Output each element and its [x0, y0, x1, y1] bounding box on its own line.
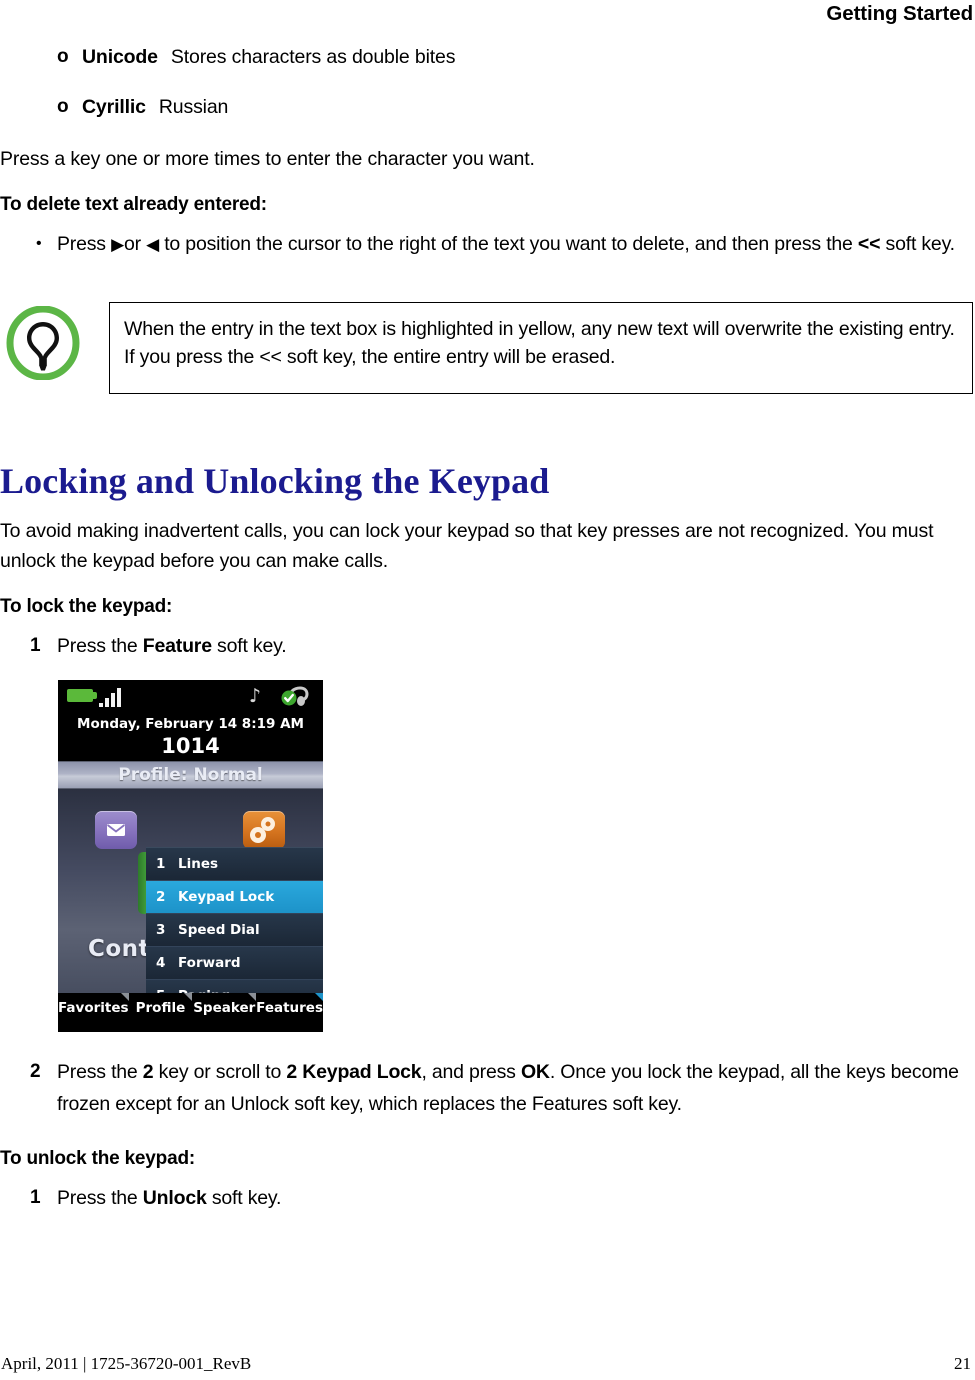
phone-extension: 1014: [161, 734, 220, 758]
lightbulb-icon: [6, 306, 80, 380]
step-text-after: soft key.: [206, 1187, 282, 1209]
list-item: 1 Press the Feature soft key.: [0, 630, 975, 662]
tip-callout: When the entry in the text box is highli…: [0, 302, 975, 398]
phone-screen-figure: ♪ Monday, February 14 8:19 AM 1014 Profi…: [58, 680, 323, 1032]
messages-app-icon[interactable]: [95, 811, 137, 849]
list-item: 1 Press the Unlock soft key.: [0, 1182, 975, 1214]
signal-bars-icon: [99, 685, 129, 707]
footer-document-id: April, 2011 | 1725-36720-001_RevB: [1, 1354, 252, 1373]
lock-keypad-lead: To lock the keypad:: [0, 596, 173, 617]
phone-home-body: Contac 1 Lines 2 Keypad Lock 3 Speed Dia…: [58, 789, 323, 1024]
sub-bullet-term: Cyrillic: [82, 96, 146, 118]
step-text-after: soft key.: [211, 635, 287, 657]
menu-item-keypad-lock[interactable]: 2 Keypad Lock: [146, 881, 323, 914]
step-number: 1: [30, 635, 41, 656]
circle-bullet-marker: o: [57, 96, 69, 117]
page-content: o Unicode Stores characters as double bit…: [0, 44, 975, 1214]
menu-item-label: Forward: [178, 955, 241, 971]
menu-item-key: 3: [156, 922, 166, 938]
running-header: Getting Started: [826, 2, 973, 25]
headset-icon: [279, 685, 309, 707]
phone-soft-key-bar: Favorites Profile Speaker Features: [58, 993, 323, 1024]
sub-bullet-unicode: o Unicode Stores characters as double bit…: [0, 44, 975, 70]
sub-bullet-definition: Stores characters as double bites: [170, 46, 456, 68]
unlock-keypad-lead: To unlock the keypad:: [0, 1148, 195, 1169]
menu-item-key: 2: [156, 889, 166, 905]
sub-bullet-cyrillic: o Cyrillic Russian: [0, 94, 975, 120]
menu-item-label: Lines: [178, 856, 219, 872]
menu-item-key: 4: [156, 955, 166, 971]
soft-key-favorites[interactable]: Favorites: [58, 993, 129, 1024]
tip-text: When the entry in the text box is highli…: [124, 318, 955, 368]
arrow-right-icon: ▶: [111, 235, 124, 254]
step-text-before: Press the: [57, 635, 143, 657]
menu-item-lines[interactable]: 1 Lines: [146, 848, 323, 881]
bullet-text-end: soft key.: [880, 233, 956, 255]
step-text-p2: key or scroll to: [153, 1061, 287, 1083]
sub-bullet-term: Unicode: [82, 46, 158, 68]
list-item: 2 Press the 2 key or scroll to 2 Keypad L…: [0, 1056, 975, 1120]
softkey-name-feature: Feature: [142, 635, 212, 657]
footer-page-number: 21: [954, 1354, 971, 1373]
section-heading: Locking and Unlocking the Keypad: [0, 461, 550, 501]
lock-keypad-steps: 1 Press the Feature soft key.: [0, 630, 975, 662]
intro-paragraph: Press a key one or more times to enter t…: [0, 148, 535, 170]
step-text-p1: Press the: [57, 1061, 143, 1083]
step-number: 1: [30, 1187, 41, 1208]
battery-icon: [67, 689, 97, 702]
tip-text-box: When the entry in the text box is highli…: [109, 302, 973, 394]
menu-name-keypad-lock: 2 Keypad Lock: [286, 1061, 422, 1083]
phone-status-bar: ♪: [58, 680, 323, 713]
menu-item-speed-dial[interactable]: 3 Speed Dial: [146, 914, 323, 947]
bullet-text-before: Press: [57, 233, 112, 255]
bullet-dot-icon: •: [36, 235, 42, 252]
menu-item-key: 1: [156, 856, 166, 872]
section-body-paragraph: To avoid making inadvertent calls, you c…: [0, 520, 934, 572]
list-item: • Press ▶or ◀ to position the cursor to t…: [0, 228, 975, 260]
arrow-left-icon: ◀: [146, 235, 159, 254]
applications-app-icon[interactable]: [243, 811, 285, 849]
sub-bullet-definition: Russian: [158, 96, 229, 118]
softkey-name-delete: <<: [857, 233, 881, 255]
bullet-text-after: to position the cursor to the right of t…: [159, 233, 858, 255]
key-name-ok: OK: [520, 1061, 550, 1083]
lock-keypad-steps-continued: 2 Press the 2 key or scroll to 2 Keypad L…: [0, 1056, 975, 1120]
key-name-2: 2: [142, 1061, 154, 1083]
menu-item-label: Speed Dial: [178, 922, 260, 938]
document-page: Getting Started o Unicode Stores characte…: [0, 0, 975, 1380]
phone-profile-bar[interactable]: Profile: Normal: [58, 761, 323, 789]
menu-item-label: Keypad Lock: [178, 889, 275, 905]
soft-key-speaker[interactable]: Speaker: [192, 993, 256, 1024]
phone-features-menu: 1 Lines 2 Keypad Lock 3 Speed Dial 4 For…: [146, 847, 323, 1013]
circle-bullet-marker: o: [57, 46, 69, 67]
music-note-icon: ♪: [248, 685, 261, 707]
menu-item-forward[interactable]: 4 Forward: [146, 947, 323, 980]
softkey-name-unlock: Unlock: [142, 1187, 207, 1209]
phone-date-bar: Monday, February 14 8:19 AM 1014: [58, 713, 323, 761]
bullet-text-mid: or: [123, 233, 147, 255]
step-text-p3: , and press: [421, 1061, 521, 1083]
soft-key-features[interactable]: Features: [256, 993, 323, 1024]
unlock-keypad-steps: 1 Press the Unlock soft key.: [0, 1182, 975, 1214]
delete-text-lead: To delete text already entered:: [0, 194, 267, 215]
step-text-before: Press the: [57, 1187, 143, 1209]
delete-text-bullet-list: • Press ▶or ◀ to position the cursor to t…: [0, 228, 975, 260]
step-number: 2: [30, 1061, 41, 1082]
phone-date-text: Monday, February 14 8:19 AM: [77, 716, 304, 732]
soft-key-profile[interactable]: Profile: [129, 993, 193, 1024]
